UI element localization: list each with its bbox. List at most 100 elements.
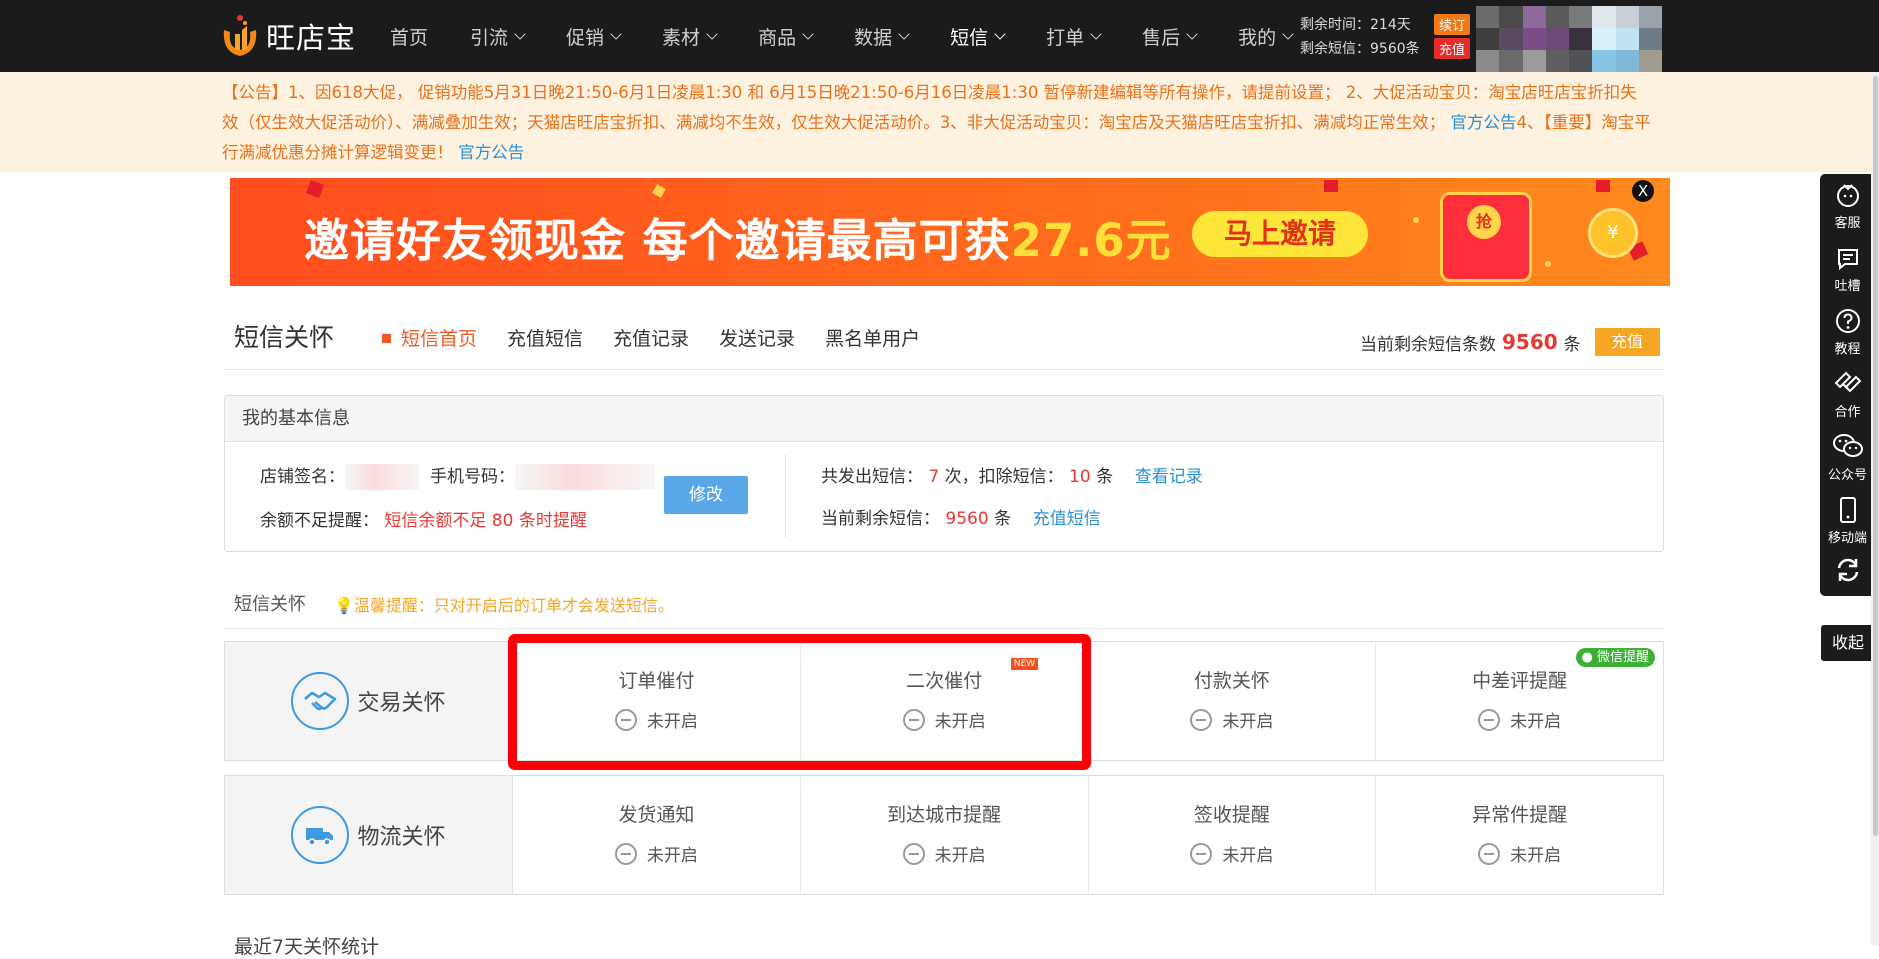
care-item-status[interactable]: 未开启	[1376, 707, 1663, 732]
nav-label: 短信	[950, 26, 989, 49]
official-notice-link[interactable]: 官方公告	[1451, 113, 1517, 132]
official-notice-link[interactable]: 官方公告	[458, 143, 524, 162]
row-label: 交易关怀	[225, 642, 513, 760]
scrollbar-thumb[interactable]	[1873, 76, 1878, 836]
sms-left-text: 剩余短信：9560条	[1300, 41, 1420, 57]
sidebar-item-customer-service[interactable]: 客服	[1820, 174, 1875, 237]
remaining-sms-summary: 当前剩余短信条数 9560 条 充值	[1360, 328, 1660, 356]
nav-printing[interactable]: 打单	[1046, 23, 1102, 50]
chevron-down-icon	[1186, 27, 1198, 40]
recharge-sms-link[interactable]: 充值短信	[1033, 509, 1101, 529]
wechat-reminder-badge: ● 微信提醒	[1575, 648, 1655, 667]
disabled-icon	[1190, 708, 1213, 731]
renew-button[interactable]: 续订	[1433, 13, 1470, 35]
avatar[interactable]	[1476, 6, 1662, 72]
view-records-link[interactable]: 查看记录	[1135, 467, 1203, 487]
handshake-icon	[291, 672, 350, 730]
sidebar-label: 公众号	[1827, 468, 1867, 483]
chevron-down-icon	[610, 27, 622, 40]
nav-label: 引流	[470, 26, 509, 49]
sidebar-item-mobile[interactable]: 移动端	[1820, 489, 1875, 552]
field-label: 余额不足提醒：	[260, 511, 379, 531]
tip-text: 💡温馨提醒：只对开启后的订单才会发送短信。	[334, 592, 674, 616]
invite-now-button[interactable]: 马上邀请	[1192, 211, 1368, 257]
care-item-title: 二次催付	[906, 670, 983, 692]
care-payment-care[interactable]: 付款关怀 未开启	[1089, 642, 1377, 760]
sidebar-item-official-account[interactable]: 公众号	[1820, 426, 1875, 489]
sidebar-collapse-button[interactable]: 收起	[1821, 625, 1875, 661]
announcement-bar: 【公告】1、因618大促， 促销功能5月31日晚21:50-6月1日凌晨1:30…	[0, 72, 1879, 172]
field-label: 次，扣除短信：	[944, 467, 1064, 487]
care-item-status[interactable]: 未开启	[801, 707, 1088, 732]
row-label: 物流关怀	[225, 776, 513, 894]
sent-count: 7	[928, 467, 940, 487]
care-bad-review-reminder[interactable]: ● 微信提醒 中差评提醒 未开启	[1376, 642, 1663, 760]
remaining-unit: 条	[1563, 334, 1581, 355]
nav-promotion[interactable]: 促销	[566, 23, 622, 50]
care-item-status[interactable]: 未开启	[801, 841, 1088, 866]
tab-blacklist[interactable]: 黑名单用户	[825, 324, 920, 351]
nav-home[interactable]: 首页	[390, 23, 428, 50]
care-item-status[interactable]: 未开启	[513, 707, 800, 732]
care-second-payment-reminder[interactable]: NEW 二次催付 未开启	[801, 642, 1089, 760]
tab-sms-home[interactable]: 短信首页	[382, 324, 477, 351]
chevron-down-icon	[898, 27, 910, 40]
chevron-down-icon	[514, 27, 526, 40]
nav-label: 售后	[1142, 26, 1181, 49]
disabled-icon	[614, 708, 637, 731]
top-recharge-button[interactable]: 充值	[1433, 37, 1470, 59]
sidebar-item-cooperation[interactable]: 合作	[1820, 363, 1875, 426]
account-summary: 剩余时间：214天 续订 剩余短信：9560条 充值	[1300, 12, 1470, 60]
banner-close-button[interactable]: X	[1632, 180, 1654, 202]
tab-send-records[interactable]: 发送记录	[719, 324, 795, 351]
nav-material[interactable]: 素材	[662, 23, 718, 50]
invite-banner[interactable]: 邀请好友领现金 每个邀请最高可获27.6元 马上邀请 抢 ¥ X	[230, 178, 1670, 286]
care-item-title: 付款关怀	[1193, 670, 1270, 692]
sidebar-item-refresh[interactable]	[1820, 552, 1875, 592]
field-label: 当前剩余短信：	[821, 509, 940, 529]
app-logo[interactable]: 旺店宝	[218, 12, 356, 60]
remaining-count: 9560	[1502, 330, 1558, 354]
care-item-status[interactable]: 未开启	[1376, 841, 1663, 866]
edit-button[interactable]: 修改	[664, 476, 748, 514]
care-shipping-notice[interactable]: 发货通知 未开启	[513, 776, 801, 894]
care-order-payment-reminder[interactable]: 订单催付 未开启	[513, 642, 801, 760]
nav-traffic[interactable]: 引流	[470, 23, 526, 50]
tab-recharge-sms[interactable]: 充值短信	[507, 324, 583, 351]
row-name: 物流关怀	[357, 825, 446, 850]
care-signed-reminder[interactable]: 签收提醒 未开启	[1089, 776, 1377, 894]
nav-products[interactable]: 商品	[758, 23, 814, 50]
sidebar-label: 合作	[1834, 405, 1861, 420]
tab-recharge-records[interactable]: 充值记录	[613, 324, 689, 351]
shop-signature-value	[345, 464, 419, 490]
nav-after-sales[interactable]: 售后	[1142, 23, 1198, 50]
care-item-status[interactable]: 未开启	[1089, 707, 1376, 732]
field-unit: 条	[994, 509, 1012, 529]
nav-label: 首页	[390, 26, 429, 49]
care-exception-reminder[interactable]: 异常件提醒 未开启	[1376, 776, 1663, 894]
care-row-logistics: 物流关怀 发货通知 未开启 到达城市提醒 未开启 签收提醒 未开启 异常件提醒 …	[224, 775, 1664, 895]
nav-label: 数据	[854, 26, 893, 49]
nav-label: 打单	[1046, 26, 1085, 49]
time-left-text: 剩余时间：214天	[1300, 17, 1411, 33]
chevron-down-icon	[994, 27, 1006, 40]
sidebar-item-feedback[interactable]: 吐槽	[1820, 237, 1875, 300]
announcement-part: 【公告】1、因618大促， 促销功能5月31日晚21:50-6月1日凌晨1:30…	[222, 83, 1637, 132]
status-text: 未开启	[646, 712, 698, 732]
recharge-button[interactable]: 充值	[1594, 328, 1660, 356]
sidebar-item-tutorial[interactable]: 教程	[1820, 300, 1875, 363]
wechat-icon: ●	[1581, 650, 1593, 665]
nav-mine[interactable]: 我的	[1238, 23, 1294, 50]
badge-text: 微信提醒	[1596, 650, 1649, 665]
care-item-status[interactable]: 未开启	[1089, 841, 1376, 866]
sent-summary: 共发出短信： 7 次，扣除短信： 10 条 查看记录	[821, 462, 1203, 487]
divider	[785, 454, 786, 538]
app-name: 旺店宝	[266, 21, 357, 55]
banner-text: 邀请好友领现金 每个邀请最高可获	[304, 214, 1011, 267]
care-item-status[interactable]: 未开启	[513, 841, 800, 866]
nav-sms[interactable]: 短信	[950, 23, 1006, 50]
care-arrival-city-reminder[interactable]: 到达城市提醒 未开启	[801, 776, 1089, 894]
sms-subnav: 短信首页 充值短信 充值记录 发送记录 黑名单用户	[382, 324, 950, 351]
nav-data[interactable]: 数据	[854, 23, 910, 50]
basic-info-panel: 我的基本信息 店铺签名： 手机号码： 修改 余额不足提醒： 短信余额不足 80 …	[224, 395, 1664, 552]
